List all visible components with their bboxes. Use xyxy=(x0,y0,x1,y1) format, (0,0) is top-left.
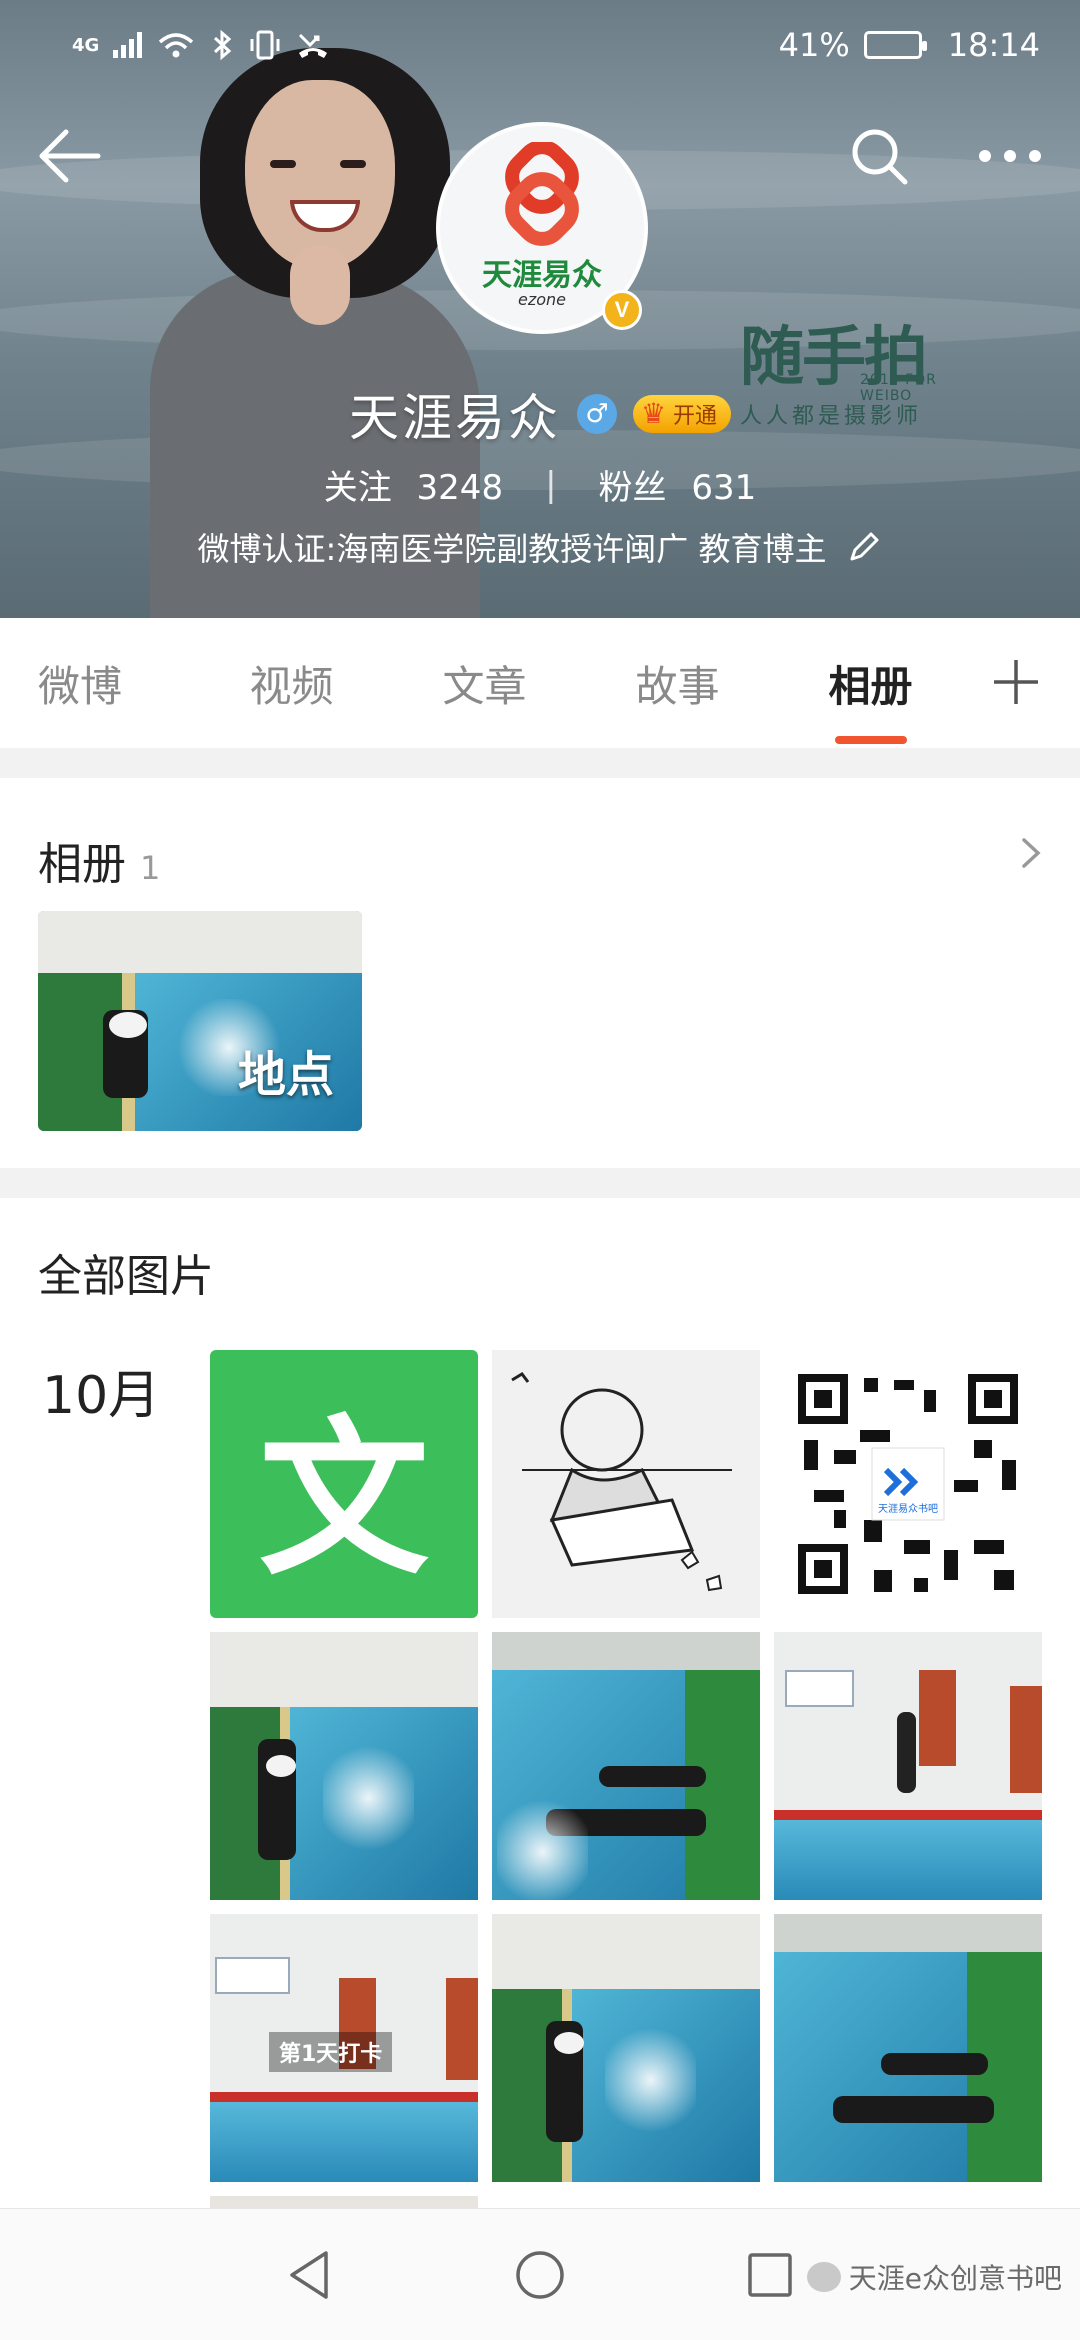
brand-logo-icon xyxy=(505,141,579,246)
nav-back-icon[interactable] xyxy=(282,2247,338,2303)
section-divider xyxy=(0,748,1080,778)
following-stat[interactable]: 关注 3248 xyxy=(324,460,503,509)
album-section: 相册 1 地点 xyxy=(0,778,1080,1168)
footer-watermark: 天涯e众创意书吧 xyxy=(806,2257,1062,2297)
photo-pool-4[interactable]: 第1天打卡 xyxy=(210,1914,478,2182)
bio-row: 微博认证:海南医学院副教授许闽广 教育博主 xyxy=(0,524,1080,570)
stat-divider: | xyxy=(545,464,557,505)
avatar-brand-text: 天涯易众 xyxy=(482,257,602,293)
profile-name-row: 天涯易众 ♂ 开通 xyxy=(0,378,1080,450)
qr-code-icon: 天涯易众书吧 xyxy=(794,1370,1022,1598)
photo-overlay-caption: 第1天打卡 xyxy=(268,2031,393,2072)
back-arrow-icon[interactable] xyxy=(36,126,106,186)
album-thumb-label: 地点 xyxy=(237,1047,334,1103)
vip-open-badge[interactable]: 开通 xyxy=(632,395,731,433)
bluetooth-icon xyxy=(214,29,232,61)
vibrate-icon xyxy=(250,30,280,60)
status-bar: 4G 41% 18:14 xyxy=(0,0,1080,90)
battery-percent: 41% xyxy=(778,26,850,64)
album-location-thumbnail[interactable]: 地点 xyxy=(38,911,362,1131)
photo-pool-5[interactable] xyxy=(492,1914,760,2182)
male-gender-icon: ♂ xyxy=(576,394,617,434)
tab-stories[interactable]: 故事 xyxy=(581,653,774,714)
tab-video[interactable]: 视频 xyxy=(195,653,388,714)
photo-pool-3[interactable] xyxy=(774,1632,1042,1900)
tab-weibo[interactable]: 微博 xyxy=(38,653,195,714)
album-count: 1 xyxy=(140,849,161,887)
chevron-right-icon[interactable] xyxy=(1010,828,1050,878)
followers-label: 粉丝 xyxy=(598,468,667,508)
status-right: 41% 18:14 xyxy=(779,26,1040,64)
profile-cover: 4G 41% 18:14 天涯易众 ezone V 随手拍 2015 FOR W… xyxy=(0,0,1080,618)
more-icon[interactable] xyxy=(975,126,1045,186)
footer-watermark-text: 天涯e众创意书吧 xyxy=(848,2262,1062,2295)
nav-home-icon[interactable] xyxy=(512,2247,568,2303)
profile-name: 天涯易众 xyxy=(348,389,561,447)
following-label: 关注 xyxy=(323,468,392,508)
app-icon-char: 文 xyxy=(258,1399,429,1599)
following-count: 3248 xyxy=(416,468,504,508)
tab-album[interactable]: 相册 xyxy=(774,653,967,744)
follow-stats: 关注 3248 | 粉丝 631 xyxy=(0,460,1080,509)
wifi-icon xyxy=(159,33,194,58)
cover-person-hand xyxy=(290,245,350,325)
clock: 18:14 xyxy=(947,26,1040,64)
all-photos-title: 全部图片 xyxy=(38,1251,214,1302)
followers-count: 631 xyxy=(691,468,757,508)
network-label: 4G xyxy=(72,34,100,56)
month-label: 10月 xyxy=(42,1366,161,1426)
profile-tabs: 微博 视频 文章 故事 相册 xyxy=(0,618,1080,748)
qr-caption: 天涯易众书吧 xyxy=(878,1502,938,1515)
photo-pool-2[interactable] xyxy=(492,1632,760,1900)
all-photos-section: 全部图片 10月 文 天涯易众书吧 第1天打卡 xyxy=(0,1198,1080,2214)
battery-icon xyxy=(863,31,927,59)
edit-pencil-icon[interactable] xyxy=(846,529,882,565)
avatar-brand-subtext: ezone xyxy=(517,289,566,309)
section-divider xyxy=(0,1168,1080,1198)
add-tab-icon[interactable] xyxy=(990,656,1042,708)
profile-bio: 微博认证:海南医学院副教授许闽广 教育博主 xyxy=(197,530,827,568)
photo-qr-code[interactable]: 天涯易众书吧 xyxy=(774,1350,1042,1618)
signal-icon xyxy=(113,32,143,58)
verified-badge-icon: V xyxy=(602,290,642,330)
tab-articles[interactable]: 文章 xyxy=(388,653,581,714)
followers-stat[interactable]: 粉丝 631 xyxy=(599,460,757,509)
photo-pool-6[interactable] xyxy=(774,1914,1042,2182)
album-header[interactable]: 相册 1 xyxy=(38,828,160,892)
cartoon-illustration xyxy=(511,1372,732,1592)
missed-call-icon xyxy=(299,33,328,58)
status-left: 4G xyxy=(72,29,330,61)
photo-cartoon[interactable] xyxy=(492,1350,760,1618)
album-title: 相册 xyxy=(38,839,126,890)
system-nav-bar: 天涯e众创意书吧 xyxy=(0,2208,1080,2340)
search-icon[interactable] xyxy=(845,126,915,186)
photo-pool-1[interactable] xyxy=(210,1632,478,1900)
photo-app-icon[interactable]: 文 xyxy=(210,1350,478,1618)
wechat-icon xyxy=(806,2262,841,2292)
nav-recent-apps-icon[interactable] xyxy=(742,2247,798,2303)
